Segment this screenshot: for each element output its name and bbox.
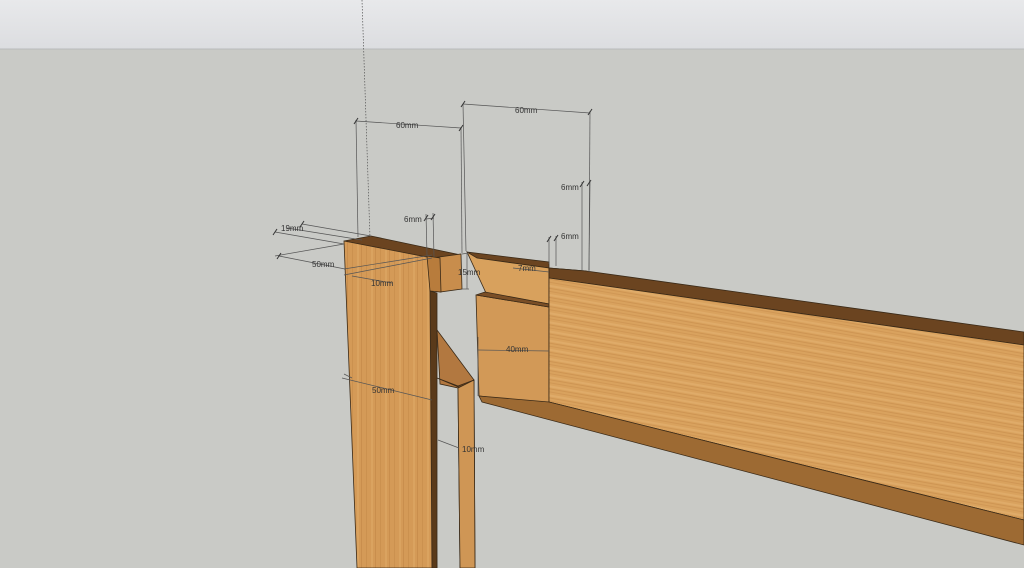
- dim-label-19: 19mm: [281, 224, 304, 233]
- dim-label-6-lower: 6mm: [561, 232, 579, 241]
- leg-slot-right: [457, 379, 476, 568]
- dim-label-60-right: 60mm: [515, 106, 538, 115]
- dim-label-10-lower: 10mm: [462, 445, 485, 454]
- dim-label-50-front: 50mm: [372, 386, 395, 395]
- dim-label-50-top: 50mm: [312, 260, 335, 269]
- dim-label-6-left: 6mm: [404, 215, 422, 224]
- sky-band: [0, 0, 1024, 49]
- dim-label-40: 40mm: [506, 345, 529, 354]
- dim-label-7: 7mm: [518, 264, 536, 273]
- dim-label-10-top: 10mm: [371, 279, 394, 288]
- leg-front-face: [343, 240, 438, 568]
- dim-label-60-left: 60mm: [396, 121, 419, 130]
- dim-label-6-upper: 6mm: [561, 183, 579, 192]
- modeling-viewport[interactable]: 19mm 50mm 10mm 60mm 6mm 15mm 60mm 6mm 6m…: [0, 0, 1024, 568]
- dim-label-15: 15mm: [458, 268, 481, 277]
